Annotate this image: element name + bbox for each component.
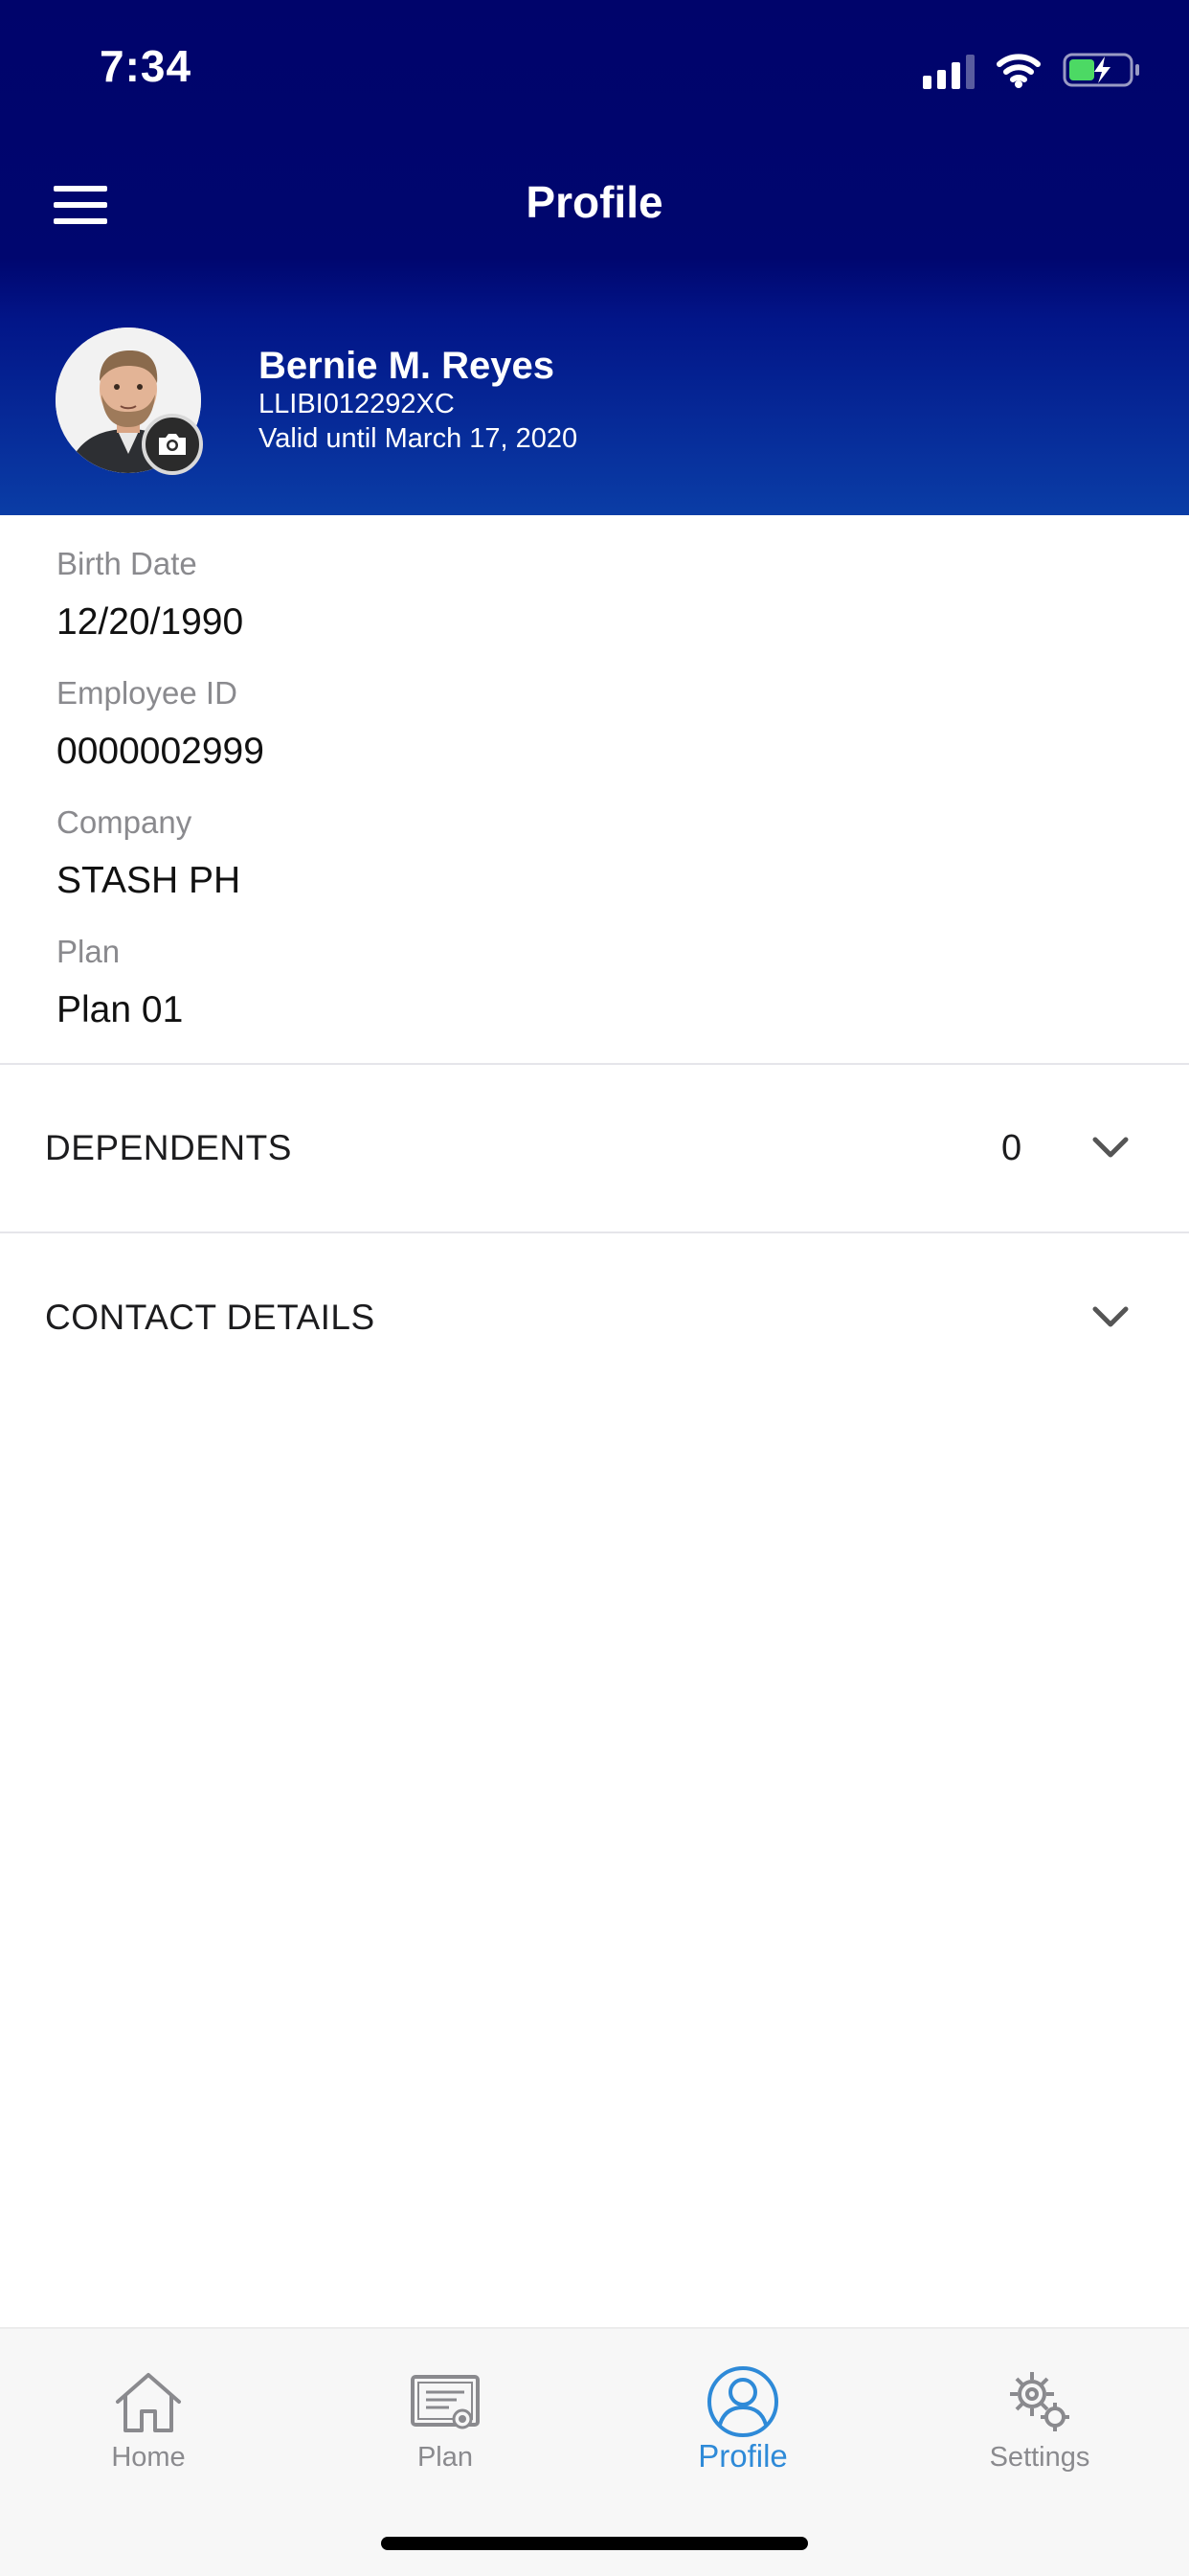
tab-home-label: Home [111,2442,186,2473]
divider [0,1232,1189,1233]
tab-settings-label: Settings [989,2442,1090,2473]
user-profile-icon [707,2366,778,2437]
employee-id-label: Employee ID [56,675,237,711]
status-icons [923,46,1141,94]
tab-profile[interactable]: Profile [594,2329,891,2492]
divider [0,1063,1189,1065]
chevron-down-icon[interactable] [1091,1303,1130,1332]
battery-charging-icon [1063,53,1139,87]
dependents-title: DEPENDENTS [45,1128,292,1167]
page-title: Profile [526,177,663,227]
home-indicator [381,2537,808,2550]
tab-profile-label: Profile [698,2438,788,2474]
wifi-icon [997,54,1041,88]
home-icon [116,2373,181,2432]
camera-icon[interactable] [142,414,203,475]
chevron-down-icon[interactable] [1091,1134,1130,1163]
dependents-count: 0 [1001,1128,1022,1168]
member-code: LLIBI012292XC [258,389,455,419]
plan-label: Plan [56,934,121,969]
plan-certificate-icon [411,2375,480,2429]
tab-plan-label: Plan [416,2442,474,2473]
profile-name: Bernie M. Reyes [258,345,555,387]
settings-gear-icon [1010,2372,1069,2431]
cellular-signal-icon [923,51,975,89]
profile-header: 7:34 Profile Bernie M. Reyes LLIBI012292… [0,0,1189,515]
tab-home[interactable]: Home [0,2329,297,2492]
company-value: STASH PH [56,860,241,901]
employee-id-value: 0000002999 [56,731,264,772]
status-time: 7:34 [100,41,192,91]
birth-date-label: Birth Date [56,546,197,581]
plan-value: Plan 01 [56,989,184,1030]
validity-date: Valid until March 17, 2020 [258,423,578,454]
company-label: Company [56,804,192,840]
tab-settings[interactable]: Settings [891,2329,1188,2492]
contact-details-section[interactable]: CONTACT DETAILS [0,1236,1189,1399]
dependents-section[interactable]: DEPENDENTS 0 [0,1067,1189,1230]
tab-plan[interactable]: Plan [297,2329,594,2492]
contact-details-title: CONTACT DETAILS [45,1298,375,1337]
birth-date-value: 12/20/1990 [56,601,244,643]
